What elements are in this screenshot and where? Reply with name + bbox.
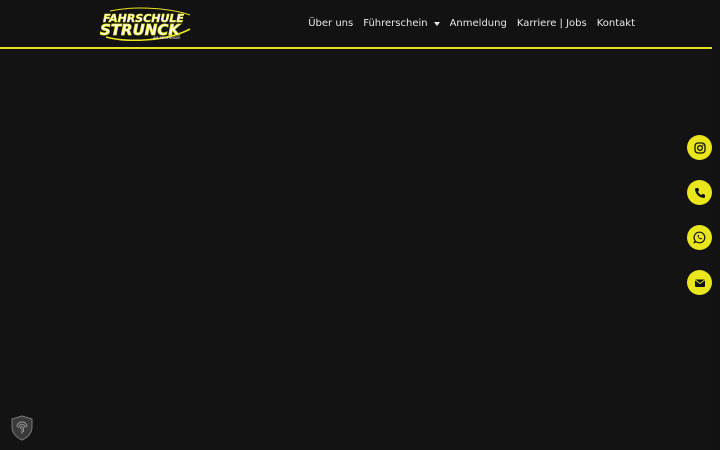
- logo-tagline: AM TEGERNSEE: [153, 36, 181, 40]
- phone-icon: [694, 187, 705, 198]
- whatsapp-icon: [693, 231, 706, 244]
- nav-item-anmeldung[interactable]: Anmeldung: [445, 18, 512, 29]
- nav-label: Über uns: [308, 18, 354, 29]
- fingerprint-shield-icon: [11, 415, 33, 441]
- page: FAHRSCHULE STRUNCK AM TEGERNSEE Über uns…: [0, 0, 720, 450]
- nav-item-fuehrerschein[interactable]: Führerschein: [358, 18, 444, 29]
- mail-button[interactable]: [687, 270, 712, 295]
- phone-button[interactable]: [687, 180, 712, 205]
- logo-graphic: FAHRSCHULE STRUNCK AM TEGERNSEE: [100, 7, 191, 42]
- main-nav: Über uns Führerschein Anmeldung Karriere…: [303, 0, 640, 47]
- mail-icon: [694, 279, 705, 287]
- privacy-badge[interactable]: [10, 415, 34, 441]
- instagram-button[interactable]: [687, 135, 712, 160]
- instagram-icon: [693, 141, 706, 154]
- nav-label: Karriere | Jobs: [516, 18, 587, 29]
- chevron-down-icon: [433, 21, 440, 26]
- nav-item-ueber-uns[interactable]: Über uns: [303, 18, 358, 29]
- nav-label: Kontakt: [596, 18, 635, 29]
- nav-label: Anmeldung: [449, 18, 507, 29]
- whatsapp-button[interactable]: [687, 225, 712, 250]
- logo[interactable]: FAHRSCHULE STRUNCK AM TEGERNSEE: [98, 7, 194, 42]
- nav-label: Führerschein: [363, 18, 428, 29]
- nav-item-karriere-jobs[interactable]: Karriere | Jobs: [512, 18, 592, 29]
- nav-item-kontakt[interactable]: Kontakt: [592, 18, 640, 29]
- site-header: FAHRSCHULE STRUNCK AM TEGERNSEE Über uns…: [0, 0, 712, 49]
- scrollbar[interactable]: [712, 0, 720, 450]
